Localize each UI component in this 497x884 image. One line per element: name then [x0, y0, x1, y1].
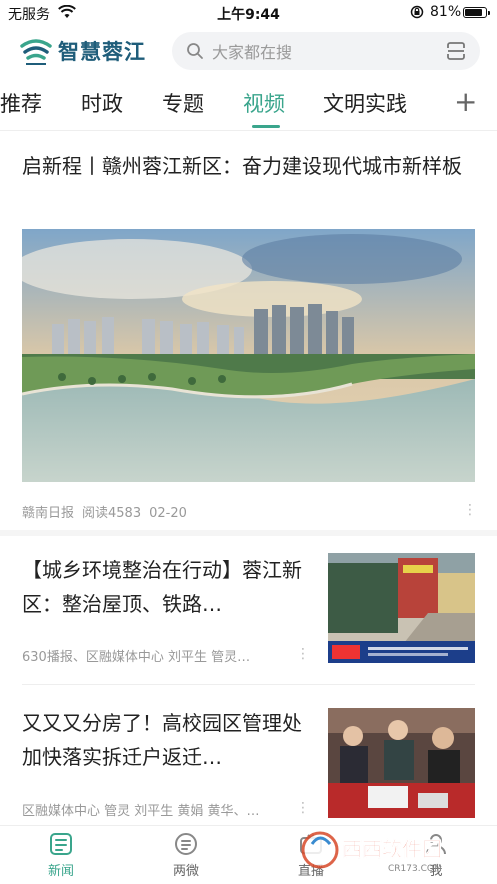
article-read-count: 阅读4583 — [82, 506, 142, 521]
app-header: 智慧蓉江 — [0, 28, 497, 74]
more-options-icon[interactable]: ⋮ — [296, 800, 310, 816]
tab-video[interactable]: 视频 — [243, 88, 285, 118]
search-bar[interactable] — [172, 32, 480, 70]
meeting-photo — [328, 708, 475, 818]
search-icon — [187, 43, 203, 59]
active-tab-indicator — [252, 125, 280, 128]
article-title[interactable]: 启新程丨赣州蓉江新区：奋力建设现代城市新样板 — [22, 150, 478, 182]
status-bar: 无服务 上午9:44 81% — [0, 0, 497, 26]
scan-icon[interactable] — [446, 41, 466, 61]
tab-civilization-practice[interactable]: 文明实践 — [323, 88, 407, 118]
article-source: 赣南日报 — [22, 506, 75, 521]
search-input[interactable] — [210, 39, 434, 65]
nav-news[interactable]: 新闻 — [21, 830, 101, 879]
article-thumbnail[interactable] — [328, 553, 475, 663]
nav-news-label: 新闻 — [47, 864, 74, 879]
article-meta: 区融媒体中心 管灵 刘平生 黄娟 黄华、… — [22, 804, 260, 819]
tab-recommend[interactable]: 推荐 — [0, 88, 42, 118]
article-cover-image[interactable] — [22, 229, 475, 482]
category-tabs: 推荐 时政 专题 视频 文明实践 + — [0, 85, 497, 131]
tab-topics[interactable]: 专题 — [162, 88, 204, 118]
article-thumbnail[interactable] — [328, 708, 475, 818]
news-icon — [50, 833, 72, 855]
street-photo — [328, 553, 475, 663]
watermark-text: 西西软件园 — [342, 837, 442, 861]
article-date: 02-20 — [149, 506, 187, 521]
nav-weibo-label: 两微 — [172, 864, 199, 879]
cityscape-photo — [22, 229, 475, 482]
tab-politics[interactable]: 时政 — [81, 88, 123, 118]
article-title[interactable]: 【城乡环境整治在行动】蓉江新区：整治屋顶、铁路… — [22, 553, 312, 621]
watermark-subtext: CR173.COM — [388, 864, 442, 874]
list-divider — [22, 684, 475, 685]
site-watermark: 西西软件园 CR173.COM — [301, 831, 442, 874]
nav-weibo-wechat[interactable]: 两微 — [146, 830, 226, 879]
article-meta: 630播报、区融媒体中心 刘平生 管灵… — [22, 650, 251, 665]
battery-icon — [463, 7, 490, 18]
more-options-icon[interactable]: ⋮ — [296, 646, 310, 662]
more-options-icon[interactable]: ⋮ — [463, 502, 477, 518]
battery-percent: 81% — [430, 4, 462, 20]
article-meta: 赣南日报 阅读4583 02-20 — [22, 502, 195, 521]
app-brand-name: 智慧蓉江 — [58, 40, 146, 64]
add-tab-icon[interactable]: + — [454, 85, 477, 118]
article-title[interactable]: 又又又分房了！高校园区管理处加快落实拆迁户返迁… — [22, 706, 312, 774]
rotation-lock-icon — [410, 5, 424, 19]
app-logo-icon — [20, 39, 52, 65]
weibo-icon — [175, 833, 197, 855]
section-divider — [0, 530, 497, 536]
